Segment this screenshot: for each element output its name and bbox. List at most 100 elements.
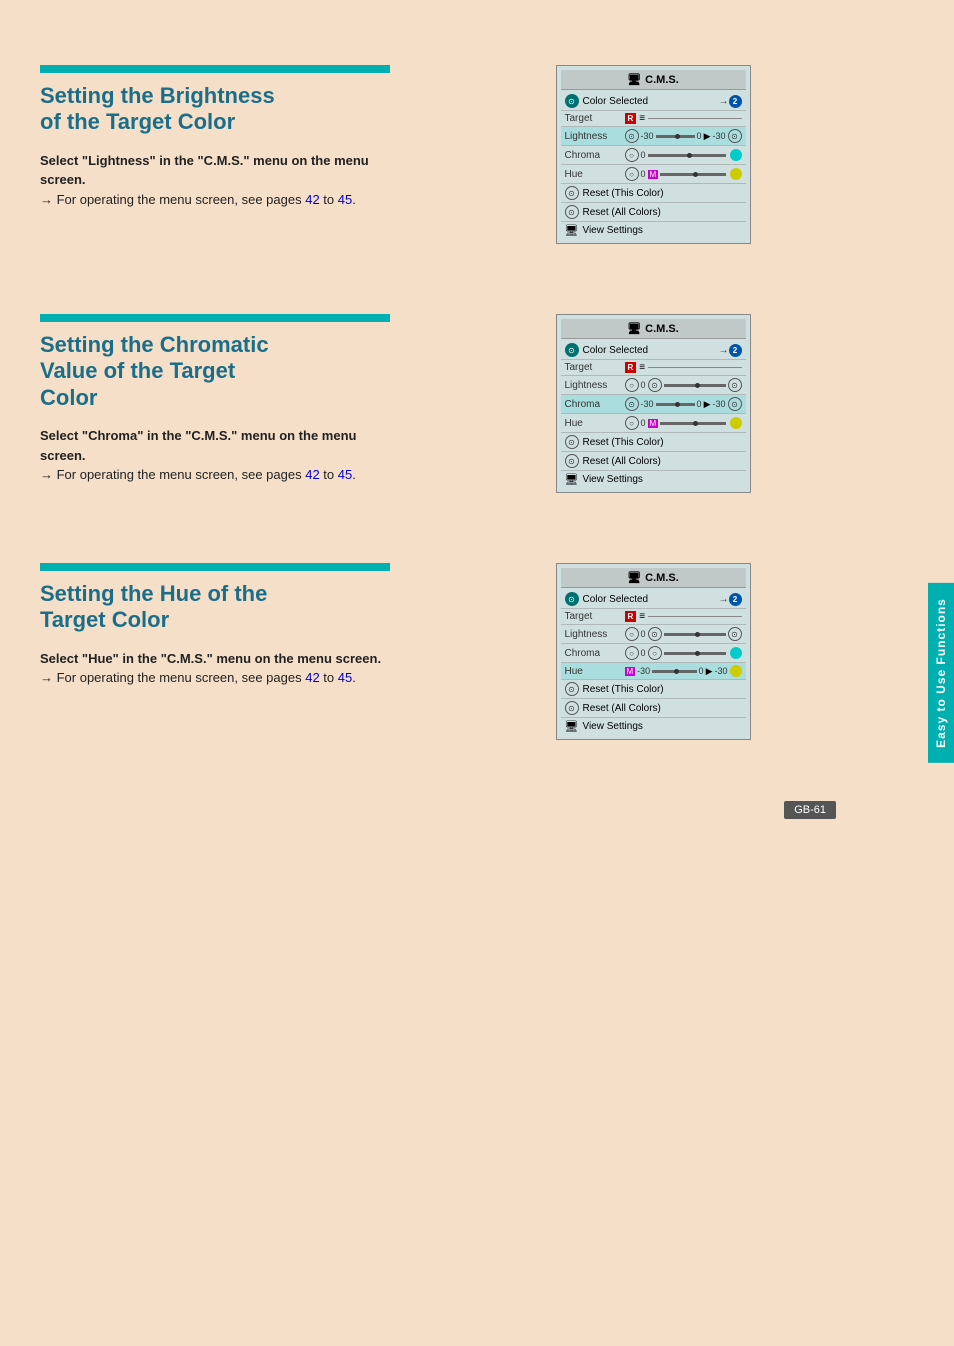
cms-panel-brightness: 🖥 C.M.S. ⊙ Color Selected → 2 Target R ≡ <box>556 65 751 244</box>
cms-hue-yellow-3 <box>730 665 742 677</box>
cms-view-row-3: 🖥 View Settings <box>561 718 746 735</box>
section-chromatic: Setting the ChromaticValue of the Target… <box>40 314 886 493</box>
cms-title-label-3: C.M.S. <box>645 572 679 584</box>
cms-view-label-2: View Settings <box>582 474 642 485</box>
cms-hue-slider-3: M -30 0 ▶ -30 <box>625 665 742 677</box>
cms-chroma-cyan-3 <box>730 647 742 659</box>
chromatic-link-45[interactable]: 45 <box>338 467 352 482</box>
cms-reset-all-icon-2: ⊙ <box>565 454 579 468</box>
chromatic-title: Setting the ChromaticValue of the Target… <box>40 332 400 411</box>
chromatic-instruction: Select "Chroma" in the "C.M.S." menu on … <box>40 428 356 463</box>
cms-lightness-label-3: Lightness <box>565 629 625 640</box>
chromatic-link-42[interactable]: 42 <box>305 467 319 482</box>
brightness-instruction: Select "Lightness" in the "C.M.S." menu … <box>40 153 369 188</box>
cms-chroma-icon2-3: ○ <box>648 646 662 660</box>
cms-lightness-row-2: Lightness ○ 0 ⊙ ⊙ <box>561 376 746 395</box>
cms-hue-label-2: Hue <box>565 418 625 429</box>
cms-hue-row-1: Hue ○ 0 M <box>561 165 746 184</box>
sidebar-label: Easy to Use Functions <box>928 583 954 763</box>
cms-reset-this-row-3: ⊙ Reset (This Color) <box>561 680 746 699</box>
cms-lightness-num-right-1: 0 <box>697 131 702 141</box>
main-content: Setting the Brightnessof the Target Colo… <box>0 0 916 1346</box>
cms-target-label-1: Target <box>565 113 625 124</box>
section-hue-left: Setting the Hue of theTarget Color Selec… <box>40 563 420 740</box>
cms-num-badge-3: 2 <box>729 593 742 606</box>
hue-link-45[interactable]: 45 <box>338 670 352 685</box>
cms-lightness-icon-left-1: ⊙ <box>625 129 639 143</box>
cms-reset-this-label-2: Reset (This Color) <box>583 437 664 448</box>
cms-chroma-row-2: Chroma ⊙ -30 0 ▶ -30 ⊙ <box>561 395 746 414</box>
cms-title-label-2: C.M.S. <box>645 323 679 335</box>
cms-hue-row-3: Hue M -30 0 ▶ -30 <box>561 663 746 680</box>
cms-view-row-2: 🖥 View Settings <box>561 471 746 488</box>
cms-chroma-label-1: Chroma <box>565 150 625 161</box>
cms-hue-row-2: Hue ○ 0 M <box>561 414 746 433</box>
cms-target-value-2: R <box>625 362 637 373</box>
cms-title-chromatic: 🖥 C.M.S. <box>561 319 746 339</box>
cms-arrow-1: → <box>719 96 729 107</box>
cms-arrow-2: → <box>719 345 729 356</box>
cms-lightness-icon3-3: ⊙ <box>728 627 742 641</box>
brightness-title: Setting the Brightnessof the Target Colo… <box>40 83 400 136</box>
cms-lightness-icon2-2: ⊙ <box>648 378 662 392</box>
sep-2 <box>40 533 886 563</box>
cms-icon-3: ⊙ <box>565 592 579 606</box>
cms-reset-this-label-1: Reset (This Color) <box>583 188 664 199</box>
hue-instruction: Select "Hue" in the "C.M.S." menu on the… <box>40 651 381 666</box>
cms-title-label-1: C.M.S. <box>645 74 679 86</box>
cms-chroma-icon2-2: ⊙ <box>728 397 742 411</box>
cms-lightness-icon-2: ○ <box>625 378 639 392</box>
cms-target-label-3: Target <box>565 611 625 622</box>
section-brightness: Setting the Brightnessof the Target Colo… <box>40 65 886 244</box>
cms-reset-all-row-2: ⊙ Reset (All Colors) <box>561 452 746 471</box>
cms-reset-this-icon-1: ⊙ <box>565 186 579 200</box>
cms-hue-yellow-2 <box>730 417 742 429</box>
section-chromatic-right: 🖥 C.M.S. ⊙ Color Selected → 2 Target R ≡ <box>420 314 886 493</box>
brightness-bar <box>40 65 390 73</box>
cms-lightness-row-1: Lightness ⊙ -30 0 ▶ -30 ⊙ <box>561 127 746 146</box>
cms-num-badge-2: 2 <box>729 344 742 357</box>
cms-hue-label-1: Hue <box>565 169 625 180</box>
cms-lightness-slider-2: ○ 0 ⊙ ⊙ <box>625 378 742 392</box>
cms-lightness-label-1: Lightness <box>565 131 625 142</box>
cms-lightness-slider-3: ○ 0 ⊙ ⊙ <box>625 627 742 641</box>
cms-lightness-num-far-1: -30 <box>712 131 725 141</box>
cms-hue-slider-2: ○ 0 M <box>625 416 742 430</box>
hue-bar <box>40 563 390 571</box>
cms-chroma-slider-1: ○ 0 <box>625 148 742 162</box>
chromatic-body: Select "Chroma" in the "C.M.S." menu on … <box>40 426 400 485</box>
cms-reset-this-icon-3: ⊙ <box>565 682 579 696</box>
cms-chroma-icon-3: ○ <box>625 646 639 660</box>
cms-chroma-label-2: Chroma <box>565 399 625 410</box>
cms-title-hue: 🖥 C.M.S. <box>561 568 746 588</box>
brightness-link-42[interactable]: 42 <box>305 192 319 207</box>
hue-body: Select "Hue" in the "C.M.S." menu on the… <box>40 649 400 688</box>
cms-chroma-cyan-1 <box>730 149 742 161</box>
cms-hue-icon-left-1: ○ <box>625 167 639 181</box>
cms-panel-chromatic: 🖥 C.M.S. ⊙ Color Selected → 2 Target R ≡ <box>556 314 751 493</box>
section-brightness-left: Setting the Brightnessof the Target Colo… <box>40 65 420 244</box>
cms-lightness-icon3-2: ⊙ <box>728 378 742 392</box>
hue-link-42[interactable]: 42 <box>305 670 319 685</box>
cms-lightness-icon-right-1: ⊙ <box>728 129 742 143</box>
brightness-link-45[interactable]: 45 <box>338 192 352 207</box>
page-number: GB-61 <box>784 801 836 819</box>
cms-chroma-slider-3: ○ 0 ○ <box>625 646 742 660</box>
cms-chroma-row-3: Chroma ○ 0 ○ <box>561 644 746 663</box>
cms-chroma-row-1: Chroma ○ 0 <box>561 146 746 165</box>
sidebar: Easy to Use Functions <box>916 0 954 1346</box>
cms-reset-all-row-1: ⊙ Reset (All Colors) <box>561 203 746 222</box>
hue-title: Setting the Hue of theTarget Color <box>40 581 400 634</box>
cms-icon-1: ⊙ <box>565 94 579 108</box>
cms-target-row-3: Target R ≡ <box>561 609 746 625</box>
page-container: Setting the Brightnessof the Target Colo… <box>0 0 954 1346</box>
cms-color-selected-label-3: Color Selected <box>579 594 719 605</box>
cms-color-selected-row-1: ⊙ Color Selected → 2 <box>561 92 746 111</box>
cms-view-row-1: 🖥 View Settings <box>561 222 746 239</box>
cms-reset-this-row-1: ⊙ Reset (This Color) <box>561 184 746 203</box>
cms-lightness-num-left-1: -30 <box>641 131 654 141</box>
section-brightness-right: 🖥 C.M.S. ⊙ Color Selected → 2 Target R ≡ <box>420 65 886 244</box>
cms-color-selected-row-3: ⊙ Color Selected → 2 <box>561 590 746 609</box>
cms-lightness-icon-3: ○ <box>625 627 639 641</box>
cms-num-badge-1: 2 <box>729 95 742 108</box>
